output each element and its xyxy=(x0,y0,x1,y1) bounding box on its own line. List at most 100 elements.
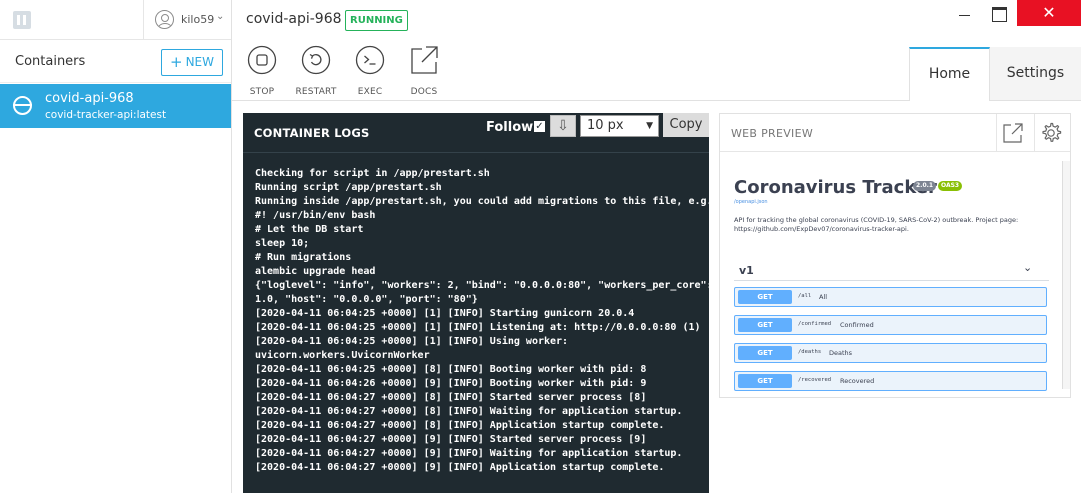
log-line: [2020-04-11 06:04:27 +0000] [8] [INFO] W… xyxy=(255,406,683,417)
copy-button[interactable]: Copy xyxy=(663,113,709,137)
operation-summary: Recovered xyxy=(840,377,875,385)
new-container-button[interactable]: + NEW xyxy=(161,49,223,76)
container-item-name: covid-api-968 xyxy=(45,91,134,106)
status-badge: RUNNING xyxy=(345,10,408,31)
divider xyxy=(1034,114,1035,152)
operation-path: /confirmed xyxy=(798,321,832,327)
api-title: Coronavirus Tracker xyxy=(734,177,937,198)
window-close-button[interactable]: ✕ xyxy=(1017,0,1081,26)
exec-label: EXEC xyxy=(357,87,383,97)
log-line: uvicorn.workers.UvicornWorker xyxy=(255,350,430,361)
container-icon xyxy=(13,96,32,115)
log-line: Running inside /app/prestart.sh, you cou… xyxy=(255,196,709,207)
log-line: alembic upgrade head xyxy=(255,266,376,277)
divider xyxy=(143,0,144,40)
log-line: [2020-04-11 06:04:25 +0000] [1] [INFO] S… xyxy=(255,308,635,319)
close-icon: ✕ xyxy=(1042,3,1056,22)
docs-button[interactable]: DOCS xyxy=(401,45,447,97)
sidebar: kilo59 ⌄ Containers + NEW covid-api-968 c… xyxy=(0,0,232,493)
chevron-down-icon[interactable]: ⌄ xyxy=(216,11,224,22)
log-line: # Let the DB start xyxy=(255,224,364,235)
terminal-icon xyxy=(355,45,385,75)
web-preview-frame[interactable]: Coronavirus Tracker 2.0.1 OAS3 /openapi.… xyxy=(721,153,1070,397)
log-line: {"loglevel": "info", "workers": 2, "bind… xyxy=(255,280,709,291)
log-line: [2020-04-11 06:04:27 +0000] [8] [INFO] A… xyxy=(255,420,665,431)
operation-get-deaths[interactable]: GET /deaths Deaths xyxy=(734,343,1047,363)
log-line: [2020-04-11 06:04:27 +0000] [9] [INFO] A… xyxy=(255,462,665,473)
divider xyxy=(996,114,997,152)
dropdown-arrow-icon: ▼ xyxy=(646,121,653,131)
gear-icon[interactable] xyxy=(1039,121,1063,145)
tab-home[interactable]: Home xyxy=(909,47,990,100)
restart-label: RESTART xyxy=(295,87,337,97)
operation-path: /deaths xyxy=(798,349,822,355)
tab-settings[interactable]: Settings xyxy=(990,47,1081,100)
version-badge: 2.0.1 xyxy=(913,181,937,191)
container-list-item[interactable]: covid-api-968 covid-tracker-api:latest xyxy=(0,84,231,128)
new-button-label: NEW xyxy=(185,55,214,69)
web-preview-panel: WEB PREVIEW Coronavirus Tracker 2.0.1 OA… xyxy=(719,113,1071,398)
preview-scrollbar[interactable] xyxy=(1062,161,1070,389)
open-in-browser-icon[interactable] xyxy=(1001,121,1025,145)
username[interactable]: kilo59 xyxy=(181,13,214,26)
font-size-select[interactable]: 10 px ▼ xyxy=(580,115,659,137)
divider xyxy=(734,280,1049,281)
container-item-image: covid-tracker-api:latest xyxy=(45,109,167,121)
method-badge: GET xyxy=(738,318,792,332)
method-badge: GET xyxy=(738,290,792,304)
operation-get-recovered[interactable]: GET /recovered Recovered xyxy=(734,371,1047,391)
method-badge: GET xyxy=(738,346,792,360)
restart-button[interactable]: RESTART xyxy=(293,45,339,97)
operation-summary: All xyxy=(819,293,828,301)
docs-label: DOCS xyxy=(410,87,438,97)
log-line: 1.0, "host": "0.0.0.0", "port": "80"} xyxy=(255,294,478,305)
operation-get-confirmed[interactable]: GET /confirmed Confirmed xyxy=(734,315,1047,335)
operation-get-all[interactable]: GET /all All xyxy=(734,287,1047,307)
logs-title: CONTAINER LOGS xyxy=(254,126,370,140)
tab-active-indicator xyxy=(910,99,989,102)
follow-checkbox[interactable]: ✓ xyxy=(534,121,545,132)
web-preview-header: WEB PREVIEW xyxy=(720,114,1070,152)
api-description: API for tracking the global coronavirus … xyxy=(734,216,1019,233)
kitematic-logo-icon xyxy=(13,11,31,29)
log-line: [2020-04-11 06:04:25 +0000] [1] [INFO] L… xyxy=(255,322,701,333)
stop-button[interactable]: STOP xyxy=(239,45,285,97)
api-group-title[interactable]: v1 xyxy=(739,264,754,277)
spec-link[interactable]: /openapi.json xyxy=(734,199,768,205)
operation-path: /recovered xyxy=(798,377,832,383)
logs-header: CONTAINER LOGS Follow ✓ ⇩ 10 px ▼ Copy xyxy=(243,113,709,153)
operation-path: /all xyxy=(798,293,812,299)
window-maximize-button[interactable] xyxy=(981,0,1017,26)
scroll-to-bottom-button[interactable]: ⇩ xyxy=(550,115,576,137)
log-line: Checking for script in /app/prestart.sh xyxy=(255,168,490,179)
stop-icon xyxy=(247,45,277,75)
log-line: [2020-04-11 06:04:27 +0000] [8] [INFO] S… xyxy=(255,392,647,403)
operation-summary: Confirmed xyxy=(840,321,874,329)
log-line: [2020-04-11 06:04:25 +0000] [8] [INFO] B… xyxy=(255,364,647,375)
sidebar-header: kilo59 ⌄ xyxy=(0,0,231,40)
plus-icon: + xyxy=(169,53,183,71)
log-line: [2020-04-11 06:04:25 +0000] [1] [INFO] U… xyxy=(255,336,569,347)
containers-title: Containers xyxy=(15,54,86,69)
oas-badge: OAS3 xyxy=(938,181,963,191)
user-avatar-icon[interactable] xyxy=(155,10,174,29)
log-line: [2020-04-11 06:04:27 +0000] [9] [INFO] W… xyxy=(255,448,683,459)
web-preview-title: WEB PREVIEW xyxy=(731,127,813,140)
method-badge: GET xyxy=(738,374,792,388)
window-minimize-button[interactable] xyxy=(946,0,982,26)
exec-button[interactable]: EXEC xyxy=(347,45,393,97)
external-link-icon xyxy=(411,46,438,74)
log-line: [2020-04-11 06:04:26 +0000] [9] [INFO] B… xyxy=(255,378,647,389)
operation-summary: Deaths xyxy=(829,349,853,357)
log-line: [2020-04-11 06:04:27 +0000] [9] [INFO] S… xyxy=(255,434,647,445)
font-size-value: 10 px xyxy=(587,118,624,133)
container-logs-panel: CONTAINER LOGS Follow ✓ ⇩ 10 px ▼ Copy Ch… xyxy=(243,113,709,493)
follow-label: Follow xyxy=(486,120,534,135)
container-title: covid-api-968 xyxy=(246,11,342,27)
stop-label: STOP xyxy=(249,87,275,97)
log-line: # Run migrations xyxy=(255,252,352,263)
log-output[interactable]: Checking for script in /app/prestart.sh R… xyxy=(255,167,709,475)
chevron-down-icon[interactable]: ⌄ xyxy=(1023,261,1032,274)
log-line: sleep 10; xyxy=(255,238,310,249)
log-line: Running script /app/prestart.sh xyxy=(255,182,442,193)
